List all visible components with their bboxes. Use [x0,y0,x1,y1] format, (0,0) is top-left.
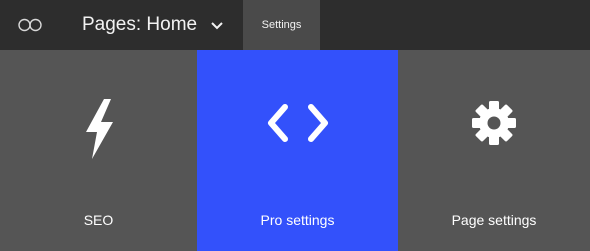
top-bar: Pages: Home Settings [0,0,590,50]
seo-panel[interactable]: SEO [0,50,197,251]
pro-settings-label: Pro settings [260,212,335,228]
tab-settings[interactable]: Settings [243,0,320,50]
infinity-icon[interactable] [0,0,60,50]
page-settings-label: Page settings [451,212,537,228]
pro-settings-panel[interactable]: Pro settings [197,50,398,251]
chevron-down-icon [211,22,223,30]
settings-panels: SEO Pro settings Page settings [0,50,590,251]
page-select-label: Pages: Home [82,14,198,35]
seo-label: SEO [83,212,114,228]
page-select-dropdown[interactable]: Pages: Home [60,0,243,50]
lightning-icon [0,98,197,160]
page-settings-panel[interactable]: Page settings [398,50,590,251]
tab-settings-label: Settings [261,19,302,31]
gear-icon [398,98,590,148]
code-brackets-icon [197,98,398,148]
